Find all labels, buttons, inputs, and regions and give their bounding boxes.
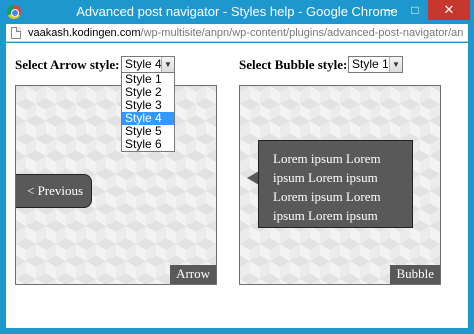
bubble-line: Lorem ipsum Lorem xyxy=(273,189,381,204)
title-bar: Advanced post navigator - Styles help - … xyxy=(0,0,474,24)
arrow-style-select[interactable]: Style 4 ▼ xyxy=(121,56,175,73)
bubble-preview: Lorem ipsum Lorem ipsum Lorem ipsum Lore… xyxy=(239,85,441,285)
arrow-preview: < Previous Arrow xyxy=(15,85,217,285)
bubble-style-value: Style 1 xyxy=(352,57,389,71)
browser-window: Advanced post navigator - Styles help - … xyxy=(0,0,474,334)
address-bar[interactable]: vaakash.kodingen.com/wp-multisite/anpn/w… xyxy=(6,24,468,42)
url-host: vaakash.kodingen.com xyxy=(28,27,141,39)
chevron-down-icon: ▼ xyxy=(161,57,174,72)
dropdown-option[interactable]: Style 6 xyxy=(122,138,174,151)
page-icon xyxy=(11,27,21,39)
bubble-style-select[interactable]: Style 1 ▼ xyxy=(348,56,403,73)
page-content: Select Arrow style: Style 4 ▼ Style 1 St… xyxy=(6,43,468,328)
bubble-line: ipsum Lorem ipsum xyxy=(273,208,378,223)
close-button[interactable]: ✕ xyxy=(428,0,470,20)
arrow-tag: Arrow xyxy=(170,265,216,284)
minimize-button[interactable]: ─ xyxy=(376,0,402,20)
maximize-button[interactable]: □ xyxy=(402,0,428,20)
bubble-line: Lorem ipsum Lorem xyxy=(273,151,381,166)
bubble-line: ipsum Lorem ipsum xyxy=(273,170,378,185)
chevron-down-icon: ▼ xyxy=(389,57,402,72)
bubble-tag: Bubble xyxy=(390,265,440,284)
bubble-box: Lorem ipsum Lorem ipsum Lorem ipsum Lore… xyxy=(258,140,413,228)
bubble-style-label: Select Bubble style: xyxy=(239,57,348,72)
url-path: /wp-multisite/anpn/wp-content/plugins/ad… xyxy=(140,27,464,39)
arrow-style-value: Style 4 xyxy=(125,57,162,71)
arrow-style-dropdown[interactable]: Style 1 Style 2 Style 3 Style 4 Style 5 … xyxy=(121,72,175,152)
arrow-style-label: Select Arrow style: xyxy=(15,57,120,72)
previous-button[interactable]: < Previous xyxy=(16,174,92,208)
window-controls: ─ □ ✕ xyxy=(376,0,470,20)
url-text[interactable]: vaakash.kodingen.com/wp-multisite/anpn/w… xyxy=(28,27,464,39)
